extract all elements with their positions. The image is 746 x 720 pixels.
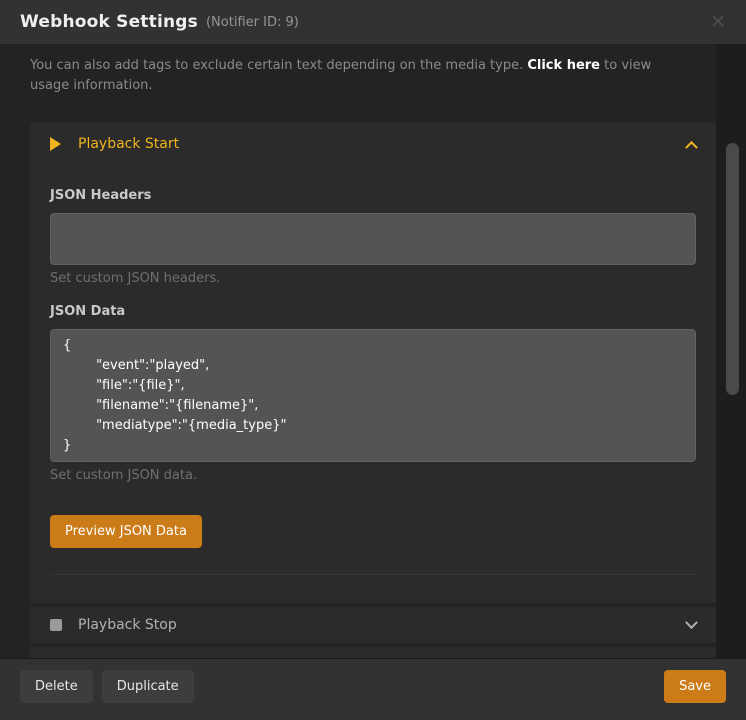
scrollbar-track[interactable] [716, 44, 746, 658]
scrollbar-thumb[interactable] [726, 143, 739, 395]
json-data-input[interactable]: { "event":"played", "file":"{file}", "fi… [50, 329, 696, 462]
preview-json-data-button[interactable]: Preview JSON Data [50, 515, 202, 548]
chevron-down-icon [685, 616, 698, 629]
intro-text: You can also add tags to exclude certain… [30, 56, 680, 96]
notifier-id-label: (Notifier ID: 9) [206, 15, 299, 30]
click-here-link[interactable]: Click here [527, 58, 600, 73]
trigger-accordion: Playback Start JSON Headers Set custom J… [30, 122, 716, 658]
json-headers-input[interactable] [50, 213, 696, 265]
page-title: Webhook Settings [20, 12, 198, 32]
panel-playback-pause: Playback Pause [30, 647, 716, 658]
playback-start-panel-body: JSON Headers Set custom JSON headers. JS… [30, 166, 716, 603]
intro-text-before: You can also add tags to exclude certain… [30, 58, 527, 73]
json-data-help: Set custom JSON data. [50, 468, 696, 483]
accordion-label: Playback Stop [78, 617, 177, 633]
modal-footer: Delete Duplicate Save [0, 658, 746, 720]
duplicate-button[interactable]: Duplicate [102, 670, 194, 703]
webhook-settings-modal: Webhook Settings (Notifier ID: 9) ✕ You … [0, 0, 746, 720]
modal-header: Webhook Settings (Notifier ID: 9) ✕ [0, 0, 746, 44]
accordion-label: Playback Pause [78, 657, 186, 658]
chevron-up-icon [685, 140, 698, 153]
accordion-header-playback-stop[interactable]: Playback Stop [30, 607, 716, 643]
close-icon[interactable]: ✕ [710, 13, 726, 32]
json-headers-help: Set custom JSON headers. [50, 271, 696, 286]
accordion-label: Playback Start [78, 136, 179, 152]
panel-playback-stop: Playback Stop [30, 607, 716, 643]
save-button[interactable]: Save [664, 670, 726, 703]
chevron-down-icon [685, 656, 698, 658]
json-headers-label: JSON Headers [50, 188, 696, 203]
accordion-header-playback-start[interactable]: Playback Start [30, 122, 716, 166]
play-icon [50, 137, 64, 151]
json-data-label: JSON Data [50, 304, 696, 319]
panel-playback-start: Playback Start JSON Headers Set custom J… [30, 122, 716, 603]
panel-divider [50, 574, 696, 575]
stop-icon [50, 619, 64, 631]
modal-body: You can also add tags to exclude certain… [0, 44, 746, 658]
accordion-header-playback-pause[interactable]: Playback Pause [30, 647, 716, 658]
delete-button[interactable]: Delete [20, 670, 93, 703]
